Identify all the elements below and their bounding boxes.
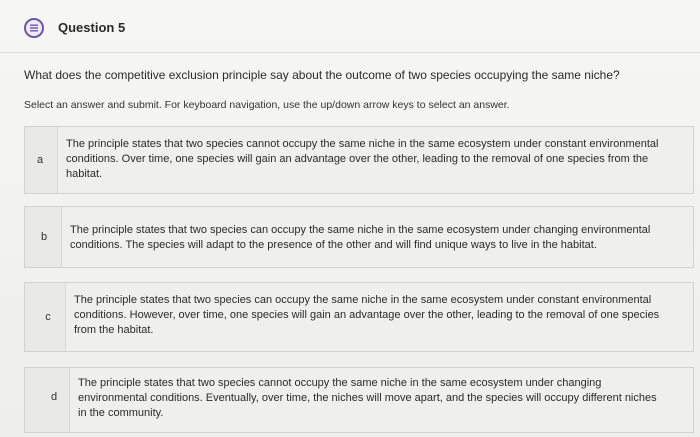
option-line: in the community. — [78, 407, 164, 419]
option-line: from the habitat. — [74, 324, 154, 336]
question-title: Question 5 — [58, 20, 126, 35]
question-prompt: What does the competitive exclusion prin… — [24, 68, 620, 82]
answer-instructions: Select an answer and submit. For keyboar… — [24, 99, 510, 111]
question-list-icon — [24, 18, 44, 38]
option-line: The principle states that two species ca… — [66, 138, 659, 150]
option-letter-a: a — [36, 154, 44, 166]
option-letter-d: d — [50, 391, 58, 403]
option-letter-b: b — [40, 231, 48, 243]
answer-option-d[interactable]: d The principle states that two species … — [24, 367, 694, 433]
option-line: The principle states that two species ca… — [78, 377, 602, 389]
answer-option-a[interactable]: a The principle states that two species … — [24, 126, 694, 194]
option-line: conditions. The species will adapt to th… — [70, 239, 597, 251]
option-text-box-a: The principle states that two species ca… — [57, 127, 693, 193]
option-text-box-c: The principle states that two species ca… — [65, 283, 693, 351]
option-line: The principle states that two species ca… — [74, 294, 652, 306]
question-header: Question 5 — [0, 0, 700, 53]
option-line: conditions. Over time, one species will … — [66, 153, 649, 165]
option-letter-c: c — [45, 311, 51, 323]
option-line: The principle states that two species ca… — [70, 224, 651, 236]
option-line: conditions. However, over time, one spec… — [74, 309, 660, 321]
answer-option-c[interactable]: c The principle states that two species … — [24, 282, 694, 352]
option-line: environmental conditions. Eventually, ov… — [78, 392, 657, 404]
option-line: habitat. — [66, 168, 103, 180]
option-text-box-b: The principle states that two species ca… — [61, 207, 693, 267]
answer-option-b[interactable]: b The principle states that two species … — [24, 206, 694, 268]
option-text-box-d: The principle states that two species ca… — [69, 368, 693, 432]
